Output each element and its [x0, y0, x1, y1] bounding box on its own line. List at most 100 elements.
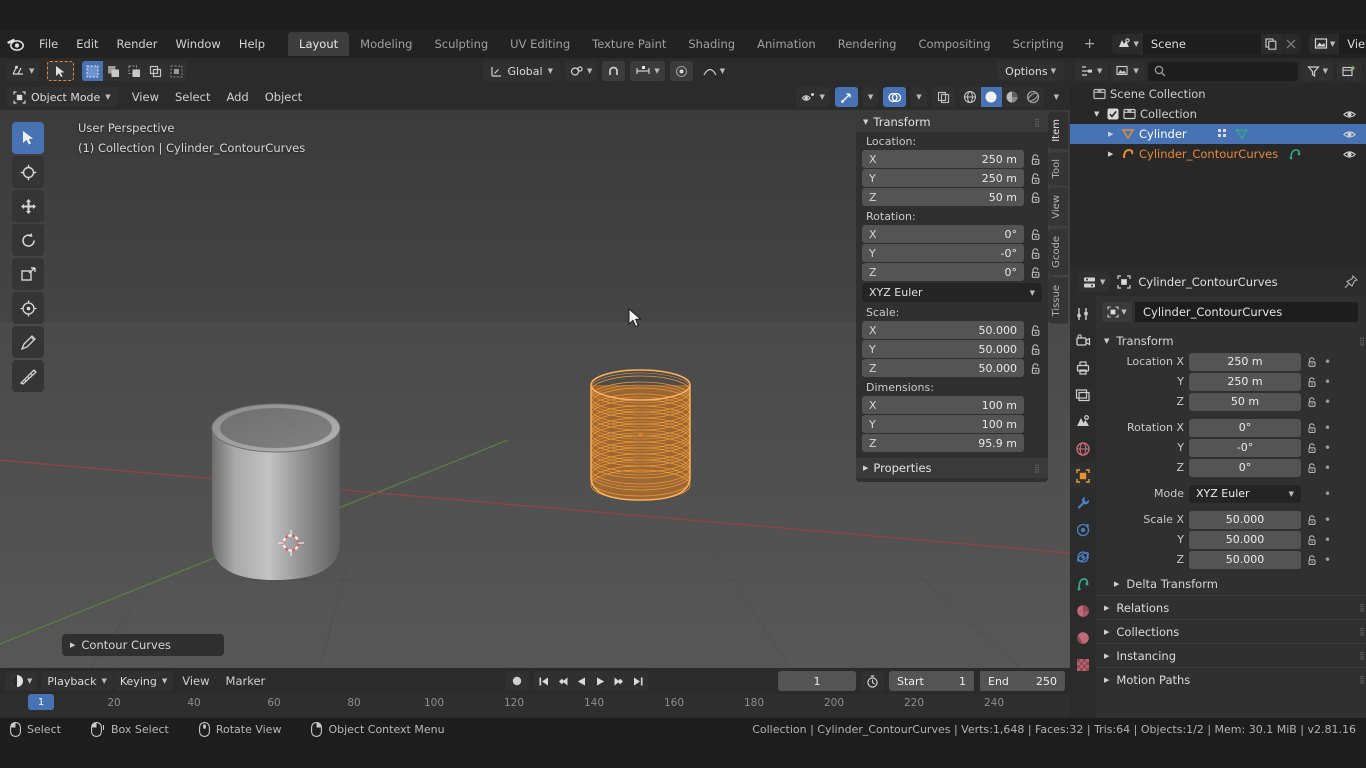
workspace-tab-layout[interactable]: Layout: [288, 32, 349, 56]
lock-icon[interactable]: [1028, 343, 1042, 356]
solid-shading-icon[interactable]: [981, 87, 1002, 107]
lock-icon[interactable]: [1306, 376, 1318, 388]
disclosure-triangle-icon[interactable]: ▶: [1108, 130, 1117, 138]
texture-properties-tab[interactable]: [1071, 652, 1095, 677]
rotation-mode-select[interactable]: XYZ Euler ▼: [862, 283, 1042, 302]
field-z[interactable]: 0°: [1189, 459, 1301, 477]
annotate-tool-button[interactable]: [12, 326, 44, 358]
scene-name-field[interactable]: Scene: [1143, 34, 1261, 54]
jump-to-end-button[interactable]: [629, 671, 648, 691]
lock-icon[interactable]: [1028, 266, 1042, 279]
outliner-editor-type-button[interactable]: ▼: [1075, 61, 1107, 81]
select-extend-icon[interactable]: [103, 61, 124, 81]
outliner-editor[interactable]: ▼ ▼ ▼ Scene Collection▼Collection▶Cylind…: [1070, 58, 1366, 268]
menu-file[interactable]: File: [30, 34, 67, 54]
viewport-menu-object[interactable]: Object: [257, 87, 310, 107]
proportional-editing-button[interactable]: [670, 61, 693, 81]
view-layer-properties-tab[interactable]: [1071, 382, 1095, 407]
properties-section-relations[interactable]: ▶Relations⣿: [1096, 595, 1366, 619]
animate-property-dot[interactable]: •: [1323, 355, 1332, 369]
snap-to-button[interactable]: ▼: [630, 61, 664, 81]
outliner-display-mode-button[interactable]: ▼: [1111, 61, 1143, 81]
timeline-editor[interactable]: ▼ Playback▼Keying▼ViewMarker: [0, 668, 1070, 718]
timeline-menu-playback[interactable]: Playback▼: [41, 671, 112, 691]
disclosure-triangle-icon[interactable]: ▼: [1094, 110, 1103, 118]
animate-property-dot[interactable]: •: [1323, 487, 1332, 501]
animate-property-dot[interactable]: •: [1323, 553, 1332, 567]
field-scale-y[interactable]: Y50.000: [862, 340, 1024, 358]
gizmo-toggle-button[interactable]: [835, 87, 858, 107]
outliner-filter-button[interactable]: ▼: [1302, 61, 1333, 81]
select-difference-icon[interactable]: [145, 61, 166, 81]
workspace-tab-animation[interactable]: Animation: [746, 32, 827, 56]
select-subtract-icon[interactable]: [124, 61, 145, 81]
sidebar-tab-tissue[interactable]: Tissue: [1048, 278, 1068, 324]
viewport-menu-add[interactable]: Add: [218, 87, 256, 107]
workspace-tab-modeling[interactable]: Modeling: [349, 32, 423, 56]
field-rotation-x[interactable]: X0°: [862, 225, 1024, 243]
menu-window[interactable]: Window: [166, 34, 229, 54]
lock-icon[interactable]: [1028, 362, 1042, 375]
animate-property-dot[interactable]: •: [1323, 513, 1332, 527]
menu-render[interactable]: Render: [108, 34, 167, 54]
field-y[interactable]: 250 m: [1189, 373, 1301, 391]
transform-orientation-button[interactable]: Global ▼: [483, 61, 560, 81]
outliner-row[interactable]: ▼Collection: [1070, 104, 1366, 124]
outliner-new-collection-button[interactable]: [1337, 61, 1361, 81]
view-layer-browse-button[interactable]: ▼: [1309, 34, 1339, 54]
tweak-select-tool-button[interactable]: [12, 122, 44, 154]
timeline-editor-type-button[interactable]: ▼: [5, 671, 37, 691]
particle-properties-tab[interactable]: [1071, 517, 1095, 542]
timeline-menu-keying[interactable]: Keying▼: [114, 671, 173, 691]
field-z[interactable]: 50.000: [1189, 551, 1301, 569]
object-mode-button[interactable]: Object Mode ▼: [6, 87, 118, 107]
field-y[interactable]: -0°: [1189, 439, 1301, 457]
field-location-z[interactable]: Z50 m: [862, 188, 1024, 206]
modifier-properties-tab[interactable]: [1071, 490, 1095, 515]
viewport-menu-view[interactable]: View: [124, 87, 167, 107]
object-name-input[interactable]: Cylinder_ContourCurves: [1135, 302, 1358, 322]
field-location-x[interactable]: 250 m: [1189, 353, 1301, 371]
snap-magnet-button[interactable]: [602, 61, 625, 81]
transform-panel-header[interactable]: ▼ Transform ⣿: [856, 112, 1048, 132]
workspace-tab-uv-editing[interactable]: UV Editing: [499, 32, 581, 56]
lock-icon[interactable]: [1028, 153, 1042, 166]
field-scale-x[interactable]: X50.000: [862, 321, 1024, 339]
current-frame-field[interactable]: 1: [778, 671, 856, 691]
workspace-tab-rendering[interactable]: Rendering: [827, 32, 908, 56]
workspace-tab-sculpting[interactable]: Sculpting: [423, 32, 499, 56]
wireframe-shading-icon[interactable]: [960, 87, 981, 107]
lock-icon[interactable]: [1306, 396, 1318, 408]
properties-transform-header[interactable]: ▼ Transform ⣿: [1096, 330, 1366, 352]
animate-property-dot[interactable]: •: [1323, 395, 1332, 409]
overlays-toggle-button[interactable]: [883, 87, 906, 107]
operator-redo-panel[interactable]: ▶ Contour Curves: [62, 634, 224, 656]
workspace-tab-shading[interactable]: Shading: [677, 32, 746, 56]
sidebar-tab-view[interactable]: View: [1048, 188, 1068, 226]
gizmo-dropdown-button[interactable]: ▼: [863, 87, 878, 107]
animate-property-dot[interactable]: •: [1323, 461, 1332, 475]
rotate-tool-button[interactable]: [12, 224, 44, 256]
lock-icon[interactable]: [1306, 534, 1318, 546]
field-location-x[interactable]: X250 m: [862, 150, 1024, 168]
hide-in-viewport-icon[interactable]: [1343, 149, 1356, 160]
menu-edit[interactable]: Edit: [67, 34, 107, 54]
visibility-button[interactable]: ▼: [796, 87, 829, 107]
remove-scene-button[interactable]: [1281, 34, 1301, 54]
jump-to-next-keyframe-button[interactable]: [610, 671, 629, 691]
timeline-playhead[interactable]: 1: [28, 694, 54, 710]
timeline-menu-view[interactable]: View: [174, 671, 217, 691]
lock-icon[interactable]: [1028, 247, 1042, 260]
select-intersect-icon[interactable]: [166, 61, 187, 81]
object-properties-tab[interactable]: [1071, 463, 1095, 488]
outliner-search-input[interactable]: [1148, 62, 1298, 81]
move-tool-button[interactable]: [12, 190, 44, 222]
outliner-row[interactable]: Scene Collection: [1070, 84, 1366, 104]
object-name-field[interactable]: ▼ Cylinder_ContourCurves: [1102, 302, 1358, 322]
field-rotation-x[interactable]: 0°: [1189, 419, 1301, 437]
material-preview-shading-icon[interactable]: [1002, 87, 1023, 107]
measure-tool-button[interactable]: [12, 360, 44, 392]
animate-property-dot[interactable]: •: [1323, 421, 1332, 435]
field-scale-z[interactable]: Z50.000: [862, 359, 1024, 377]
world-properties-tab[interactable]: [1071, 436, 1095, 461]
